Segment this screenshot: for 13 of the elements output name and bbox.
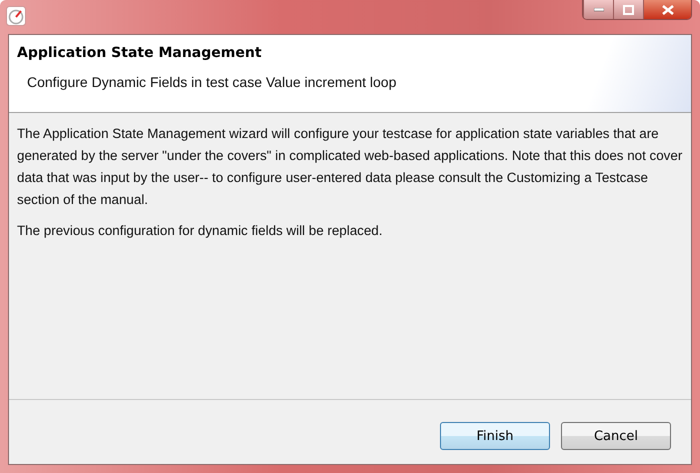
maximize-icon xyxy=(623,4,634,14)
minimize-button[interactable] xyxy=(583,0,613,19)
cancel-button[interactable]: Cancel xyxy=(561,422,671,450)
close-icon xyxy=(662,4,674,14)
wizard-title: Application State Management xyxy=(17,45,263,61)
minimize-icon xyxy=(594,8,604,12)
maximize-button[interactable] xyxy=(613,0,643,19)
gauge-icon xyxy=(6,6,26,26)
wizard-subtitle: Configure Dynamic Fields in test case Value increment loop xyxy=(27,74,398,90)
close-button[interactable] xyxy=(643,0,691,19)
description-text: The previous configuration for dynamic fields will be replaced. xyxy=(17,222,384,240)
finish-button[interactable]: Finish xyxy=(440,422,550,450)
description-text: The Application State Management wizard will configure your testcase for application state variables that are generated by the server "under the covers" in complicated web-based applications. Note that this does not cover data that was input by the user-- to configure user-entered data please consult the Customizing a Testcase section of the manual. xyxy=(17,125,683,209)
